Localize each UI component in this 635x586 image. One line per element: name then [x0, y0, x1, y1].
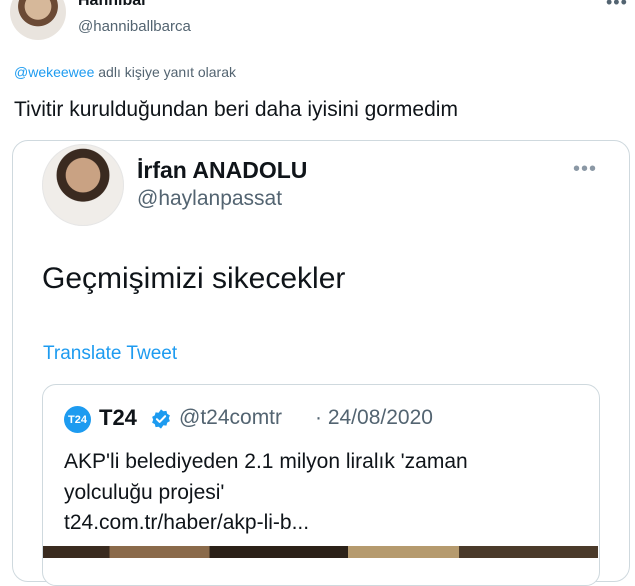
- quoted-text-line-1: AKP'li belediyeden 2.1 milyon liralık 'z…: [64, 450, 468, 473]
- tweet-text: Tivitir kurulduğundan beri daha iyisini …: [14, 98, 458, 121]
- embedded-tweet-text: Geçmişimizi sikecekler: [42, 262, 346, 295]
- reply-context-text: adlı kişiye yanıt olarak: [98, 64, 236, 80]
- embedded-author-avatar[interactable]: [42, 144, 124, 226]
- reply-mention-link[interactable]: @wekeewee: [14, 64, 94, 80]
- quoted-link-text[interactable]: t24.com.tr/haber/akp-li-b...: [64, 511, 309, 535]
- embedded-more-options-icon[interactable]: •••: [573, 158, 597, 181]
- quoted-media-preview[interactable]: [43, 546, 598, 558]
- author-avatar[interactable]: [10, 0, 66, 40]
- t24-logo-avatar[interactable]: T24: [64, 406, 91, 433]
- quoted-author-name[interactable]: T24: [99, 405, 137, 431]
- embedded-author-handle[interactable]: @haylanpassat: [137, 187, 282, 211]
- verified-badge-icon: [152, 409, 170, 429]
- author-handle[interactable]: @hanniballbarca: [78, 18, 191, 35]
- quoted-author-handle[interactable]: @t24comtr: [179, 406, 282, 430]
- translate-tweet-link[interactable]: Translate Tweet: [43, 343, 177, 365]
- quoted-tweet-date[interactable]: · 24/08/2020: [315, 406, 433, 430]
- author-name[interactable]: Hannibal: [78, 0, 146, 10]
- embedded-author-name[interactable]: İrfan ANADOLU: [137, 157, 307, 184]
- quoted-text-line-2: yolculuğu projesi': [64, 481, 225, 504]
- more-options-icon[interactable]: •••: [606, 0, 628, 13]
- reply-context: @wekeewee adlı kişiye yanıt olarak: [14, 64, 236, 80]
